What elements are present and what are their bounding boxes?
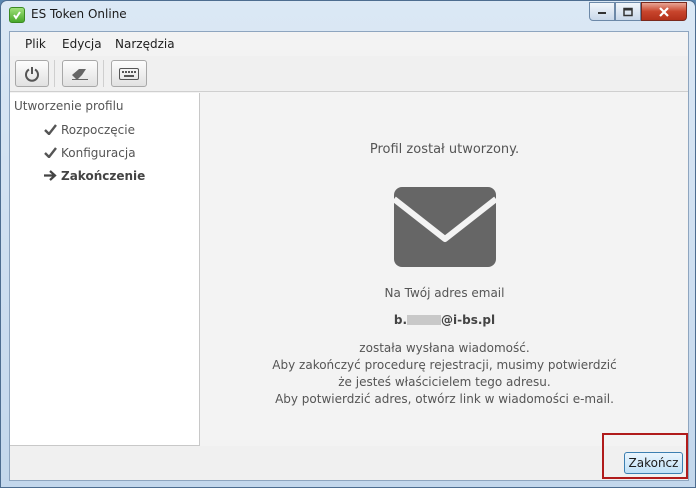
toolbar [10,56,688,92]
step-label: Rozpoczęcie [61,123,135,137]
client-area: Plik Edycja Narzędzia Utworzenie profilu… [9,31,689,481]
keyboard-icon [119,67,139,80]
toolbar-separator [54,60,55,87]
message-line: Aby potwierdzić adres, otwórz link w wia… [275,392,614,406]
keyboard-button[interactable] [111,60,147,87]
wizard-steps-panel: Utworzenie profilu Rozpoczęcie Konfigura… [10,93,200,446]
footer-bar: Zakończ [10,433,688,480]
arrow-right-icon [44,170,57,181]
app-window: ES Token Online Plik Edycja Narzędzia Ut… [0,0,696,488]
main-content: Profil został utworzony. Na Twój adres e… [201,93,688,446]
menu-bar: Plik Edycja Narzędzia [10,32,688,56]
steps-title: Utworzenie profilu [14,99,124,113]
check-icon [44,147,57,158]
close-button[interactable] [641,2,687,21]
email-suffix: @i-bs.pl [441,313,496,327]
envelope-icon [391,187,498,267]
message-line: że jesteś właścicielem tego adresu. [338,375,551,389]
message-line: została wysłana wiadomość. [359,341,530,355]
email-address: b. @i-bs.pl [201,313,688,327]
minimize-icon [598,11,606,14]
eraser-icon [72,68,88,80]
app-logo-icon [9,7,25,23]
maximize-button[interactable] [615,2,641,21]
step-label: Konfiguracja [61,146,136,160]
minimize-button[interactable] [589,2,615,21]
email-intro: Na Twój adres email [384,286,505,300]
message-line: Aby zakończyć procedurę rejestracji, mus… [272,358,617,372]
menu-plik[interactable]: Plik [25,37,46,51]
success-heading: Profil został utworzony. [369,142,520,157]
title-bar[interactable]: ES Token Online [1,1,695,29]
menu-narzedzia[interactable]: Narzędzia [115,37,175,51]
power-button[interactable] [15,60,49,87]
close-icon [659,6,669,17]
power-icon [25,66,39,82]
eraser-button[interactable] [62,60,98,87]
toolbar-separator [103,60,104,87]
envelope-wrap [201,187,688,270]
window-title: ES Token Online [31,7,127,21]
step-label: Zakończenie [61,169,146,183]
finish-button[interactable]: Zakończ [624,452,683,474]
email-prefix: b. [393,313,408,327]
redacted-block [407,315,442,325]
menu-edycja[interactable]: Edycja [62,37,102,51]
check-icon [44,124,57,135]
maximize-icon [623,7,633,16]
